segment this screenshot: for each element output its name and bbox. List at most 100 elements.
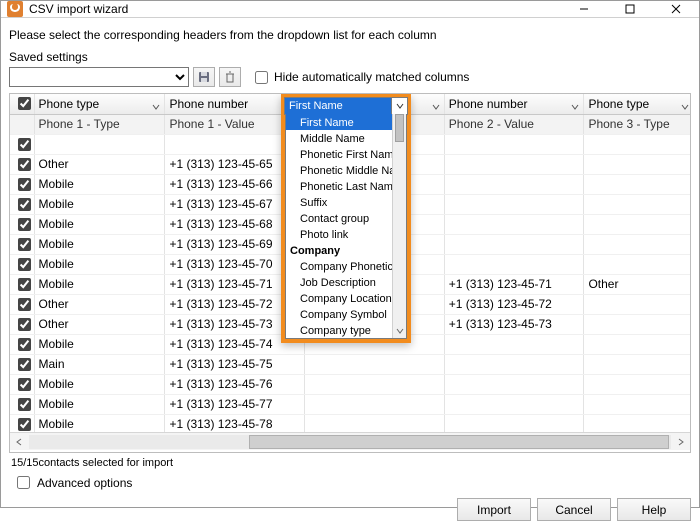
- dropdown-item[interactable]: Company Location: [286, 290, 406, 306]
- row-checkbox[interactable]: [18, 298, 31, 311]
- header-dropdown-list[interactable]: First NameMiddle NamePhonetic First Name…: [285, 114, 407, 339]
- cell: [444, 214, 584, 234]
- cell: [305, 394, 445, 414]
- column-header-4[interactable]: Phone number: [444, 94, 584, 114]
- hide-matched-option[interactable]: Hide automatically matched columns: [251, 68, 469, 87]
- row-checkbox[interactable]: [18, 178, 31, 191]
- grid-container: Phone type Phone number First Name Phone…: [9, 93, 691, 453]
- save-settings-button[interactable]: [193, 67, 215, 87]
- row-checkbox[interactable]: [18, 338, 31, 351]
- cell: Other: [34, 154, 165, 174]
- row-checkbox[interactable]: [18, 318, 31, 331]
- dropdown-item[interactable]: Photo link: [286, 226, 406, 242]
- cell: [444, 354, 584, 374]
- cell: [584, 254, 690, 274]
- column-header-5-label: Phone type: [588, 97, 649, 111]
- cell: Mobile: [34, 254, 165, 274]
- cell: [584, 334, 690, 354]
- scroll-thumb[interactable]: [249, 435, 669, 449]
- scroll-thumb[interactable]: [395, 114, 404, 142]
- header-dropdown-highlight: First Name First NameMiddle NamePhonetic…: [281, 94, 411, 343]
- dropdown-scrollbar[interactable]: [392, 114, 406, 338]
- chevron-down-icon: [681, 100, 689, 114]
- cell: +1 (313) 123-45-76: [165, 374, 305, 394]
- cell: [584, 354, 690, 374]
- dropdown-item[interactable]: Phonetic Middle Name: [286, 162, 406, 178]
- header-dropdown-field[interactable]: First Name: [284, 97, 408, 115]
- header-select-all[interactable]: [10, 94, 34, 114]
- cell: Mobile: [34, 394, 165, 414]
- cell: [584, 414, 690, 432]
- saved-settings-select[interactable]: [9, 67, 189, 87]
- horizontal-scrollbar[interactable]: [10, 432, 690, 450]
- delete-settings-button[interactable]: [219, 67, 241, 87]
- dropdown-item[interactable]: Phonetic Last Name: [286, 178, 406, 194]
- cell: +1 (313) 123-45-73: [444, 314, 584, 334]
- saved-settings-label: Saved settings: [9, 50, 691, 64]
- cell: Mobile: [34, 174, 165, 194]
- cell: +1 (313) 123-45-72: [444, 294, 584, 314]
- dropdown-item[interactable]: Job Description: [286, 274, 406, 290]
- table-row[interactable]: Main+1 (313) 123-45-75: [10, 354, 690, 374]
- row-checkbox[interactable]: [18, 378, 31, 391]
- table-row[interactable]: Mobile+1 (313) 123-45-78: [10, 414, 690, 432]
- row-checkbox[interactable]: [18, 398, 31, 411]
- cell: +1 (313) 123-45-71: [444, 274, 584, 294]
- cell: [584, 294, 690, 314]
- scroll-right-icon[interactable]: [672, 433, 690, 451]
- dropdown-item[interactable]: Phonetic First Name: [286, 146, 406, 162]
- cell: Other: [34, 294, 165, 314]
- content-area: Please select the corresponding headers …: [1, 18, 699, 492]
- cell: +1 (313) 123-45-77: [165, 394, 305, 414]
- subheader-1: Phone 1 - Type: [34, 114, 165, 134]
- cancel-button[interactable]: Cancel: [537, 498, 611, 521]
- app-icon: [7, 1, 23, 17]
- import-button[interactable]: Import: [457, 498, 531, 521]
- cell: +1 (313) 123-45-78: [165, 414, 305, 432]
- column-header-5[interactable]: Phone type: [584, 94, 690, 114]
- chevron-down-icon: [152, 100, 160, 114]
- advanced-options-checkbox[interactable]: [17, 476, 30, 489]
- dropdown-item[interactable]: Company Phonetic Name: [286, 258, 406, 274]
- help-button[interactable]: Help: [617, 498, 691, 521]
- minimize-button[interactable]: [561, 1, 607, 17]
- dropdown-item[interactable]: Contact group: [286, 210, 406, 226]
- column-header-1-label: Phone type: [39, 97, 100, 111]
- maximize-button[interactable]: [607, 1, 653, 17]
- cell: Main: [34, 354, 165, 374]
- row-checkbox[interactable]: [18, 258, 31, 271]
- window-title: CSV import wizard: [29, 2, 561, 16]
- hide-matched-checkbox[interactable]: [255, 71, 268, 84]
- row-checkbox[interactable]: [18, 358, 31, 371]
- row-checkbox[interactable]: [18, 138, 31, 151]
- row-checkbox[interactable]: [18, 218, 31, 231]
- row-checkbox[interactable]: [18, 158, 31, 171]
- status-text: 15/15contacts selected for import: [9, 453, 691, 471]
- dropdown-item[interactable]: Middle Name: [286, 130, 406, 146]
- window-controls: [561, 1, 699, 17]
- column-header-1[interactable]: Phone type: [34, 94, 165, 114]
- dropdown-item[interactable]: Company Symbol: [286, 306, 406, 322]
- dropdown-item[interactable]: Suffix: [286, 194, 406, 210]
- dropdown-item[interactable]: First Name: [286, 114, 406, 130]
- close-button[interactable]: [653, 1, 699, 17]
- row-checkbox[interactable]: [18, 418, 31, 431]
- row-checkbox[interactable]: [18, 278, 31, 291]
- advanced-options-row[interactable]: Advanced options: [9, 471, 691, 492]
- subheader-5: Phone 3 - Type: [584, 114, 690, 134]
- column-header-2-label: Phone number: [169, 97, 248, 111]
- chevron-down-icon[interactable]: [391, 98, 407, 114]
- cell: [584, 154, 690, 174]
- row-checkbox[interactable]: [18, 238, 31, 251]
- row-checkbox[interactable]: [18, 198, 31, 211]
- scroll-down-icon[interactable]: [393, 324, 406, 338]
- scroll-left-icon[interactable]: [10, 433, 28, 451]
- dropdown-item[interactable]: Company type: [286, 322, 406, 338]
- cell: [444, 174, 584, 194]
- cell: [584, 214, 690, 234]
- scroll-track[interactable]: [29, 435, 671, 449]
- select-all-checkbox[interactable]: [18, 97, 31, 110]
- table-row[interactable]: Mobile+1 (313) 123-45-77: [10, 394, 690, 414]
- cell: [584, 234, 690, 254]
- table-row[interactable]: Mobile+1 (313) 123-45-76: [10, 374, 690, 394]
